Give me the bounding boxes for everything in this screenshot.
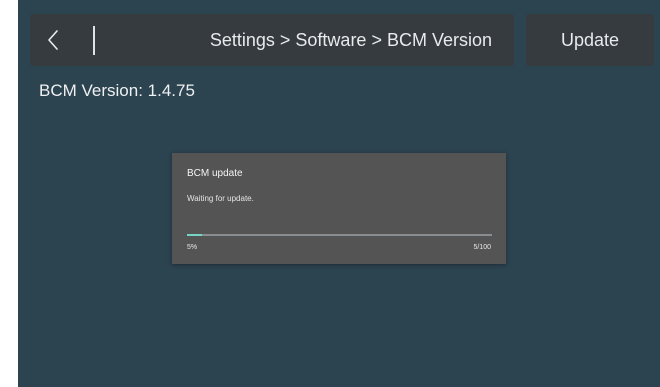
screen: Settings > Software > BCM Version Update…: [18, 0, 660, 387]
dialog-message: Waiting for update.: [187, 194, 254, 203]
progress-percent: 5%: [187, 244, 198, 251]
back-button[interactable]: [30, 14, 92, 66]
breadcrumb: Settings > Software > BCM Version: [209, 30, 492, 50]
progress-fill: [187, 234, 203, 236]
update-dialog: BCM update Waiting for update. 5% 5/100: [172, 153, 506, 264]
dialog-title: BCM update: [187, 168, 243, 179]
bcm-version-label: BCM Version: 1.4.75: [39, 81, 195, 100]
progress-bar: [187, 234, 492, 236]
header-bar: Settings > Software > BCM Version: [30, 14, 514, 66]
update-button[interactable]: Update: [526, 14, 654, 66]
header-divider: [93, 26, 95, 55]
chevron-left-icon: [48, 30, 58, 50]
progress-count: 5/100: [473, 244, 491, 251]
